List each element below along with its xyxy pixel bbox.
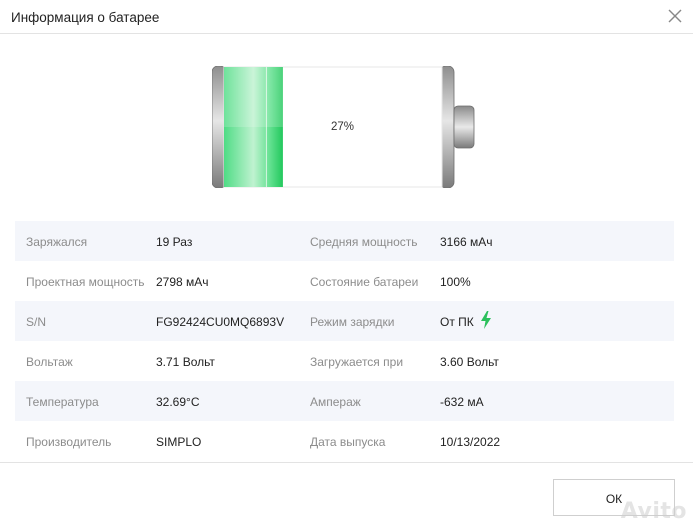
row-label: Ампераж xyxy=(310,395,361,409)
table-row: Заряжался 19 Раз Средняя мощность 3166 м… xyxy=(15,221,674,261)
row-value: 10/13/2022 xyxy=(440,435,501,449)
row-label: S/N xyxy=(26,315,47,329)
row-label: Заряжался xyxy=(26,235,88,249)
ok-button[interactable]: ОК xyxy=(553,479,675,516)
battery-info-table: Заряжался 19 Раз Средняя мощность 3166 м… xyxy=(15,221,674,461)
row-value: 19 Раз xyxy=(156,235,193,249)
row-value: 3.60 Вольт xyxy=(440,355,499,369)
row-value: 3166 мАч xyxy=(440,235,493,249)
row-value: 32.69°C xyxy=(156,395,200,409)
footer-divider xyxy=(0,462,693,463)
row-label: Дата выпуска xyxy=(310,435,386,449)
window-title: Информация о батарее xyxy=(11,10,160,25)
battery-percent-label: 27% xyxy=(331,121,355,133)
row-label: Средняя мощность xyxy=(310,235,418,249)
table-row: Производитель SIMPLO Дата выпуска 10/13/… xyxy=(15,421,674,461)
row-value: 100% xyxy=(440,275,471,289)
title-bar: Информация о батарее xyxy=(0,0,693,34)
battery-terminal xyxy=(453,105,475,149)
row-label: Проектная мощность xyxy=(26,275,144,289)
lightning-bolt-icon xyxy=(481,311,491,329)
battery-fill-shine xyxy=(224,67,283,127)
table-row: Вольтаж 3.71 Вольт Загружается при 3.60 … xyxy=(15,341,674,381)
row-label: Загружается при xyxy=(310,355,404,369)
row-value: 2798 мАч xyxy=(156,275,209,289)
row-label: Производитель xyxy=(26,435,112,449)
close-icon[interactable] xyxy=(665,6,685,26)
row-label: Вольтаж xyxy=(26,355,73,369)
row-value: От ПК xyxy=(440,315,474,329)
row-value: 3.71 Вольт xyxy=(156,355,215,369)
row-value: FG92424CU0MQ6893V xyxy=(156,315,285,329)
row-label: Состояние батареи xyxy=(310,275,419,289)
table-row: S/N FG92424CU0MQ6893V Режим зарядки От П… xyxy=(15,301,674,341)
row-label: Температура xyxy=(26,395,99,409)
table-row: Температура 32.69°C Ампераж -632 мА xyxy=(15,381,674,421)
row-value: SIMPLO xyxy=(156,435,202,449)
row-label: Режим зарядки xyxy=(310,315,395,329)
table-row: Проектная мощность 2798 мАч Состояние ба… xyxy=(15,261,674,301)
row-value: -632 мА xyxy=(440,395,484,409)
